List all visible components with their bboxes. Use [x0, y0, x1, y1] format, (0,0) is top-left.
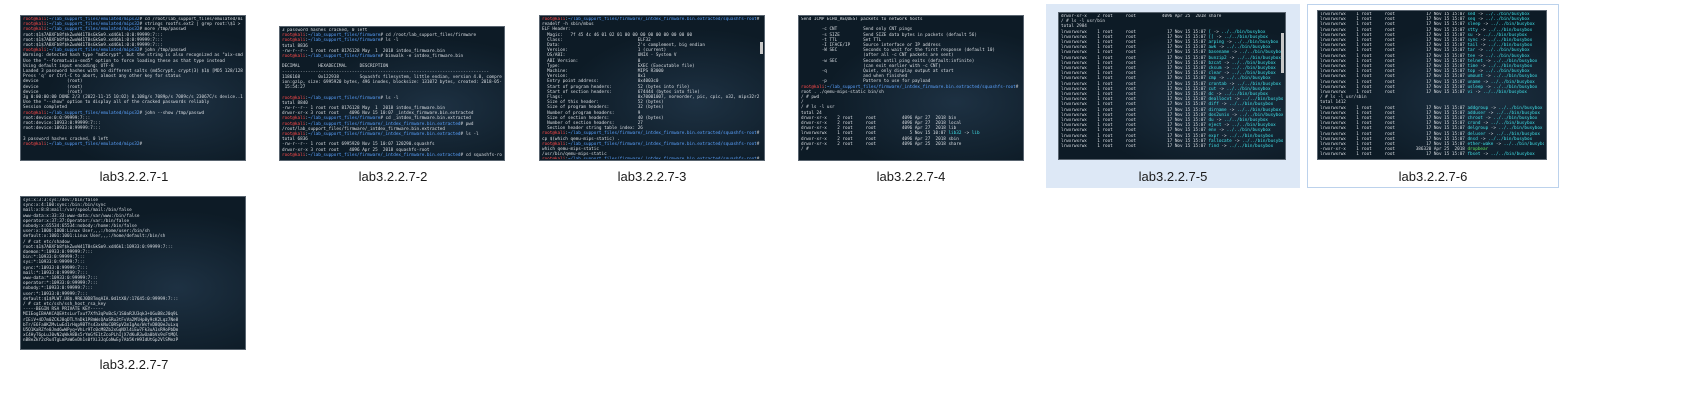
terminal-screenshot-thumbnail: root@kali:~/lab_support_files/firmware/_… — [540, 16, 764, 160]
file-thumbnail-tile[interactable]: sys:x:3:3:sys:/dev:/bin/false sync:x:4:1… — [10, 186, 258, 376]
terminal-screenshot-thumbnail: drwxr-xr-x 2 root root 4096 Apr 25 2018 … — [1059, 13, 1285, 159]
file-thumbnail-tile[interactable]: root@kali:~/lab_support_files/emulated/m… — [10, 4, 258, 190]
terminal-text: 3 password hashes cracked, 0 left root@k… — [282, 28, 502, 158]
terminal-text: root@kali:~/lab_support_files/emulated/m… — [23, 17, 243, 147]
terminal-scrollbar[interactable] — [760, 42, 763, 54]
file-name-label: lab3.2.2.7-7 — [99, 357, 169, 372]
file-thumbnail-tile-selected[interactable]: drwxr-xr-x 2 root root 4096 Apr 25 2018 … — [1046, 4, 1300, 188]
file-thumbnail-tile-hovered[interactable]: lrwxrwxrwx 1 root root 17 Nov 15 15:07 s… — [1307, 4, 1559, 188]
terminal-screenshot-thumbnail: sys:x:3:3:sys:/dev:/bin/false sync:x:4:1… — [21, 197, 245, 349]
file-thumbnail-tile[interactable]: 3 password hashes cracked, 0 left root@k… — [269, 4, 517, 190]
terminal-scrollbar[interactable] — [1281, 33, 1284, 73]
terminal-screenshot-thumbnail: root@kali:~/lab_support_files/emulated/m… — [21, 16, 245, 160]
terminal-screenshot-thumbnail: lrwxrwxrwx 1 root root 17 Nov 15 15:07 s… — [1318, 11, 1546, 159]
file-thumbnail-tile[interactable]: Send ICMP ECHO_REQUEST packets to networ… — [787, 4, 1035, 190]
terminal-screenshot-thumbnail: Send ICMP ECHO_REQUEST packets to networ… — [799, 16, 1023, 160]
terminal-text: root@kali:~/lab_support_files/firmware/_… — [542, 17, 760, 159]
file-name-label: lab3.2.2.7-3 — [617, 169, 687, 184]
terminal-text: lrwxrwxrwx 1 root root 17 Nov 15 15:07 s… — [1320, 12, 1544, 158]
file-name-label: lab3.2.2.7-6 — [1398, 169, 1468, 184]
file-name-label: lab3.2.2.7-1 — [99, 169, 169, 184]
terminal-screenshot-thumbnail: 3 password hashes cracked, 0 left root@k… — [280, 27, 504, 160]
terminal-text: drwxr-xr-x 2 root root 4096 Apr 25 2018 … — [1061, 14, 1283, 150]
file-name-label: lab3.2.2.7-2 — [358, 169, 428, 184]
terminal-text: Send ICMP ECHO_REQUEST packets to networ… — [801, 17, 1021, 153]
file-name-label: lab3.2.2.7-5 — [1138, 169, 1208, 184]
file-thumbnail-tile[interactable]: root@kali:~/lab_support_files/firmware/_… — [528, 4, 776, 190]
terminal-text: sys:x:3:3:sys:/dev:/bin/false sync:x:4:1… — [23, 198, 179, 344]
file-name-label: lab3.2.2.7-4 — [876, 169, 946, 184]
